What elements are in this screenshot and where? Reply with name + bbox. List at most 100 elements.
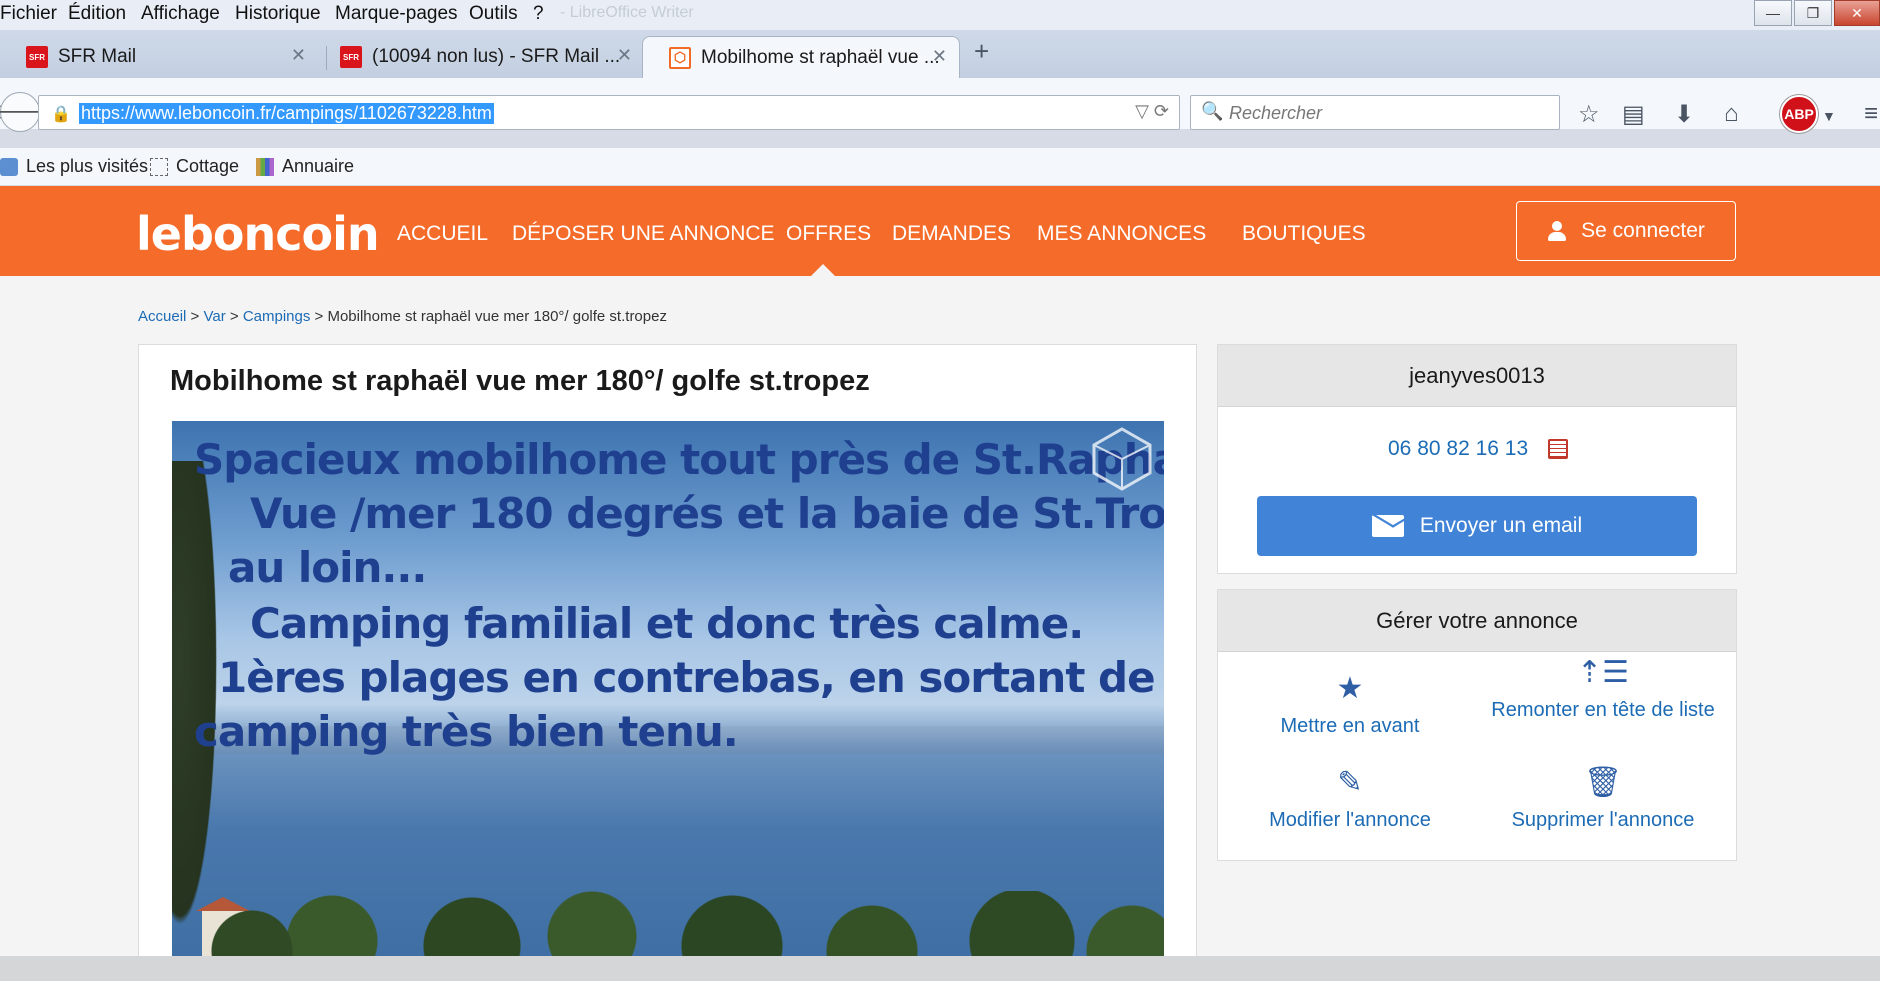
lbc-watermark-icon	[1092, 427, 1152, 491]
bookmark-label: Cottage	[176, 156, 240, 176]
photo-text-line: 1ères plages en contrebas, en sortant de…	[218, 653, 1164, 702]
breadcrumb: Accueil > Var > Campings > Mobilhome st …	[138, 308, 667, 325]
menu-help[interactable]: ?	[533, 3, 544, 25]
action-label: Modifier l'annonce	[1269, 809, 1431, 831]
contact-card-icon[interactable]	[1547, 439, 1568, 460]
menu-marque-pages[interactable]: Marque-pages	[335, 3, 458, 25]
breadcrumb-var[interactable]: Var	[203, 308, 225, 325]
nav-accueil[interactable]: ACCUEIL	[397, 222, 488, 246]
menu-hamburger-icon[interactable]: ≡	[1864, 100, 1878, 128]
photo-text-line: Vue /mer 180 degrés et la baie de St.Tro…	[250, 489, 1164, 538]
star-icon: ★	[1336, 672, 1364, 705]
send-email-label: Envoyer un email	[1419, 514, 1583, 537]
envelope-icon	[1371, 515, 1404, 537]
photo-text-line: Spacieux mobilhome tout près de St.Rapha…	[194, 435, 1164, 484]
tab-label: Mobilhome st raphaël vue ...	[701, 46, 940, 68]
phone-number[interactable]: 06 80 82 16 13	[1388, 437, 1528, 460]
tab-sfr-mail[interactable]: SFR SFR Mail ✕	[0, 36, 318, 78]
edit-ad-action[interactable]: ✎ Modifier l'annonce	[1223, 766, 1477, 835]
photo-text-line: au loin...	[228, 543, 427, 592]
close-tab-icon[interactable]: ✕	[617, 45, 632, 66]
menu-outils[interactable]: Outils	[469, 3, 518, 25]
ad-title: Mobilhome st raphaël vue mer 180°/ golfe…	[170, 365, 870, 397]
breadcrumb-accueil[interactable]: Accueil	[138, 308, 186, 325]
bookmark-cottage[interactable]: Cottage	[150, 156, 239, 177]
tab-bar: SFR SFR Mail ✕ SFR (10094 non lus) - SFR…	[0, 30, 1880, 78]
bump-ad-action[interactable]: ⇡☰ Remonter en tête de liste	[1476, 656, 1730, 725]
user-icon	[1547, 221, 1567, 241]
bookmark-annuaire[interactable]: Annuaire	[256, 156, 354, 177]
close-tab-icon[interactable]: ✕	[932, 46, 947, 67]
leboncoin-favicon-icon: ⬡	[669, 46, 691, 69]
breadcrumb-separator: >	[314, 308, 324, 325]
action-label: Supprimer l'annonce	[1511, 809, 1695, 831]
search-icon: 🔍	[1201, 101, 1224, 121]
status-bar	[0, 956, 1880, 981]
nav-mes-annonces[interactable]: MES ANNONCES	[1037, 222, 1206, 246]
login-button[interactable]: Se connecter	[1516, 201, 1736, 261]
url-bar[interactable]: 🔒 https://www.leboncoin.fr/campings/1102…	[38, 95, 1180, 130]
web-page: leboncoin ACCUEIL DÉPOSER UNE ANNONCE OF…	[0, 186, 1880, 956]
nav-offres[interactable]: OFFRES	[786, 222, 871, 246]
reading-list-icon[interactable]: ▤	[1622, 100, 1645, 129]
annuaire-icon	[256, 157, 274, 176]
manage-ad-card: Gérer votre annonce ★ Mettre en avant ⇡☰…	[1217, 589, 1737, 861]
leboncoin-logo[interactable]: leboncoin	[136, 207, 380, 261]
restore-button[interactable]: ❐	[1794, 0, 1832, 26]
pencil-icon: ✎	[1337, 766, 1363, 799]
close-window-button[interactable]: ✕	[1834, 0, 1880, 26]
bookmark-most-visited[interactable]: Les plus visités	[0, 156, 148, 177]
dropdown-reload-icons[interactable]: ▽ ⟳	[1135, 101, 1169, 122]
bookmark-label: Les plus visités	[26, 156, 149, 176]
seller-phone: 06 80 82 16 13	[1218, 437, 1738, 461]
seller-name[interactable]: jeanyves0013	[1218, 345, 1736, 407]
nav-demandes[interactable]: DEMANDES	[892, 222, 1011, 246]
menu-historique[interactable]: Historique	[235, 3, 321, 25]
menu-bar: Fichier Édition Affichage Historique Mar…	[0, 0, 1880, 30]
tab-label: (10094 non lus) - SFR Mail ...	[372, 46, 621, 67]
breadcrumb-separator: >	[190, 308, 200, 325]
menu-edition[interactable]: Édition	[68, 3, 126, 25]
home-icon[interactable]: ⌂	[1724, 100, 1739, 128]
menu-fichier[interactable]: Fichier	[0, 3, 57, 25]
promote-ad-action[interactable]: ★ Mettre en avant	[1223, 672, 1477, 741]
menu-affichage[interactable]: Affichage	[141, 3, 220, 25]
vegetation	[172, 891, 1164, 956]
send-email-button[interactable]: Envoyer un email	[1257, 496, 1697, 556]
window-controls: — ❐ ✕	[1752, 0, 1880, 28]
photo-text-line: camping très bien tenu.	[194, 707, 739, 756]
ad-card: Mobilhome st raphaël vue mer 180°/ golfe…	[138, 344, 1197, 956]
back-button[interactable]: 🡐	[0, 92, 50, 132]
bookmark-star-icon[interactable]: ☆	[1578, 100, 1600, 129]
minimize-button[interactable]: —	[1754, 0, 1792, 26]
bookmark-label: Annuaire	[282, 156, 355, 176]
lock-icon: 🔒	[51, 106, 71, 123]
bookmark-folder-icon	[0, 157, 18, 176]
tab-leboncoin-active[interactable]: ⬡ Mobilhome st raphaël vue ... ✕	[642, 36, 960, 78]
nav-boutiques[interactable]: BOUTIQUES	[1242, 222, 1366, 246]
bookmarks-bar: Les plus visités Cottage Annuaire	[0, 148, 1880, 185]
breadcrumb-campings[interactable]: Campings	[243, 308, 311, 325]
download-icon[interactable]: ⬇	[1674, 100, 1694, 129]
trash-icon: 🗑	[1583, 766, 1623, 799]
action-label: Remonter en tête de liste	[1491, 699, 1715, 721]
adblock-dropdown-icon[interactable]: ▼	[1822, 108, 1836, 124]
search-box[interactable]: 🔍 Rechercher	[1190, 95, 1560, 130]
breadcrumb-separator: >	[229, 308, 239, 325]
new-tab-button[interactable]: +	[974, 36, 989, 67]
url-text[interactable]: https://www.leboncoin.fr/campings/110267…	[79, 103, 494, 124]
tab-label: SFR Mail	[58, 46, 137, 67]
manage-ad-title: Gérer votre annonce	[1218, 590, 1736, 652]
ad-photo[interactable]: Spacieux mobilhome tout près de St.Rapha…	[172, 421, 1164, 956]
seller-card: jeanyves0013 06 80 82 16 13 Envoyer un e…	[1217, 344, 1737, 574]
navigation-toolbar: 🡐 🔒 https://www.leboncoin.fr/campings/11…	[0, 78, 1880, 133]
site-header: leboncoin ACCUEIL DÉPOSER UNE ANNONCE OF…	[0, 186, 1880, 276]
nav-deposer-annonce[interactable]: DÉPOSER UNE ANNONCE	[512, 222, 775, 246]
active-nav-indicator	[811, 264, 835, 276]
tab-sfr-mail-unread[interactable]: SFR (10094 non lus) - SFR Mail ... ✕	[314, 36, 644, 78]
delete-ad-action[interactable]: 🗑 Supprimer l'annonce	[1476, 766, 1730, 835]
sfr-favicon-icon: SFR	[26, 46, 48, 68]
close-tab-icon[interactable]: ✕	[291, 45, 306, 66]
adblock-plus-icon[interactable]: ABP	[1780, 95, 1818, 133]
sfr-favicon-icon: SFR	[340, 46, 362, 68]
